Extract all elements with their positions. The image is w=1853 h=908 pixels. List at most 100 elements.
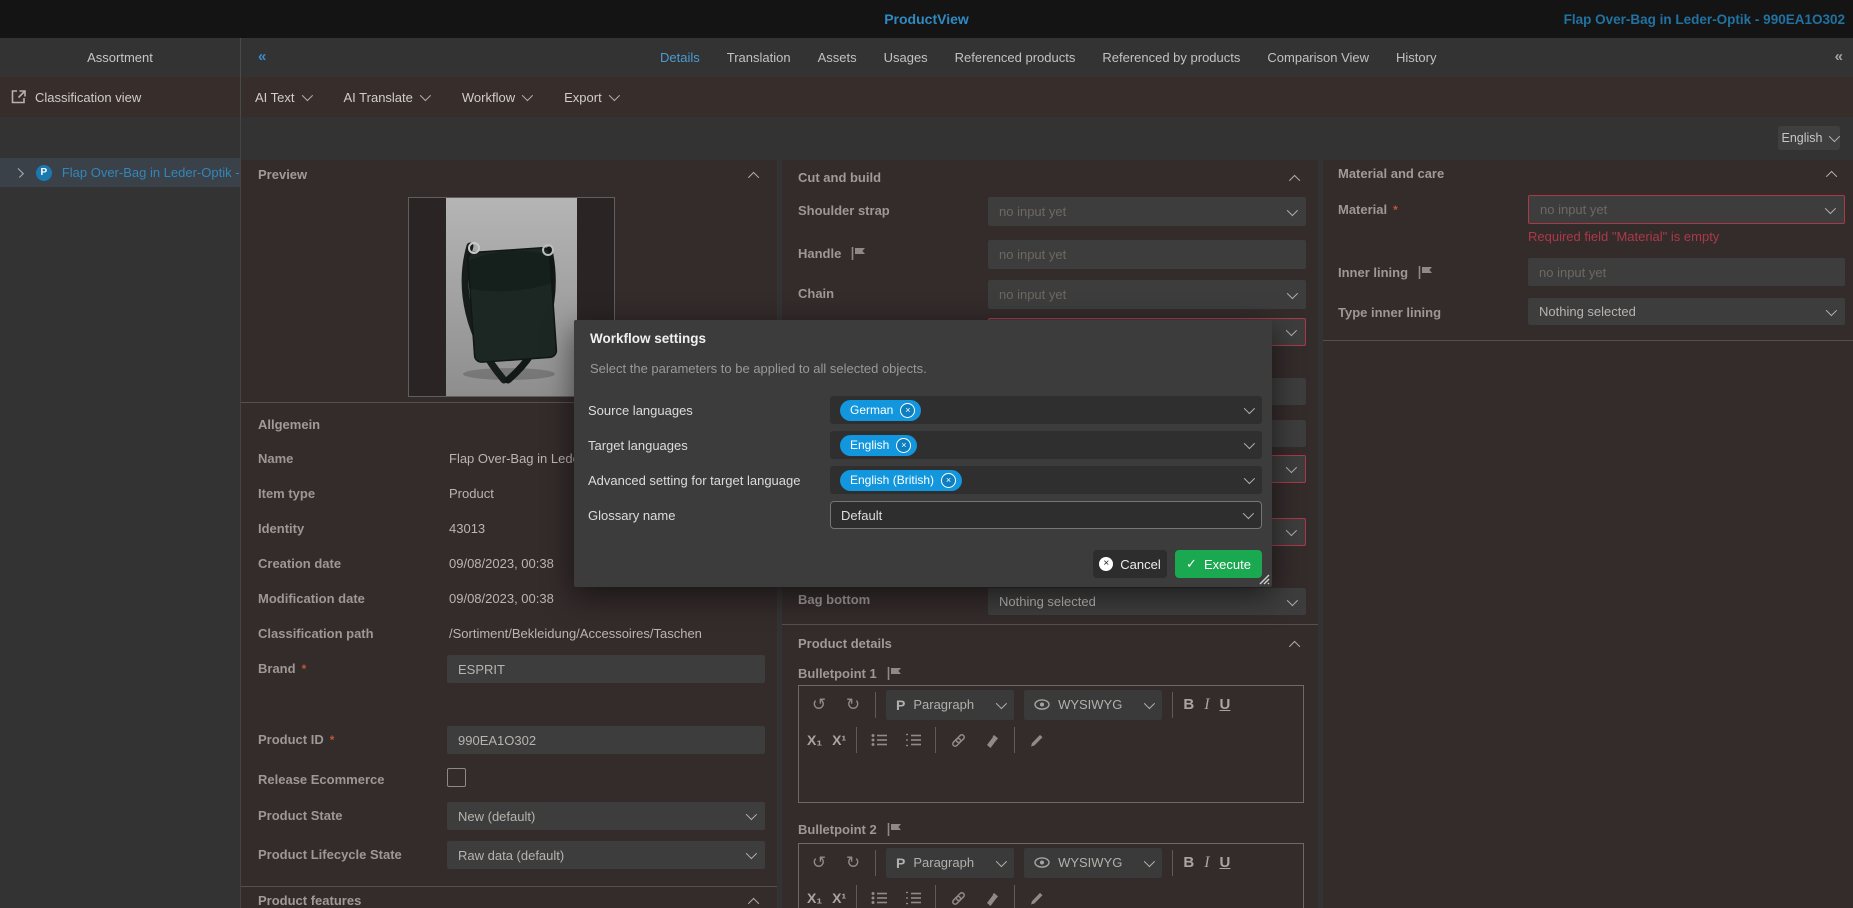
- collapse-material-care-icon[interactable]: [1826, 171, 1837, 182]
- bold-button[interactable]: B: [1183, 854, 1194, 871]
- language-switcher[interactable]: English: [1778, 126, 1840, 150]
- resize-handle[interactable]: [1256, 571, 1270, 585]
- paragraph-format-select[interactable]: P Paragraph: [886, 848, 1014, 878]
- bag-bottom-select[interactable]: Nothing selected: [988, 588, 1306, 615]
- target-languages-select[interactable]: English ×: [830, 431, 1262, 459]
- glossary-name-select[interactable]: Default: [830, 501, 1262, 529]
- bulletpoint1-editor-content[interactable]: [799, 757, 1303, 802]
- cut-and-build-section-title: Cut and build: [798, 170, 881, 185]
- collapse-product-details-icon[interactable]: [1289, 641, 1300, 652]
- underline-button[interactable]: U: [1220, 696, 1231, 713]
- product-state-select[interactable]: New (default): [447, 802, 765, 830]
- link-icon[interactable]: [946, 886, 970, 908]
- classification-view-label: Classification view: [35, 90, 141, 105]
- paragraph-format-select[interactable]: P Paragraph: [886, 690, 1014, 720]
- brand-input[interactable]: ESPRIT: [447, 655, 765, 683]
- chain-label: Chain: [798, 286, 834, 301]
- collapse-preview-icon[interactable]: [748, 172, 759, 183]
- tab-usages[interactable]: Usages: [884, 50, 928, 65]
- creation-date-value: 09/08/2023, 00:38: [449, 556, 554, 571]
- product-title: Flap Over-Bag in Leder-Optik - 990EA1O30…: [1564, 0, 1845, 38]
- classification-view-icon: [10, 89, 27, 105]
- remove-chip-icon[interactable]: ×: [896, 438, 911, 453]
- product-id-input[interactable]: 990EA1O302: [447, 726, 765, 754]
- numbered-list-icon[interactable]: [901, 886, 925, 908]
- link-icon[interactable]: [946, 728, 970, 752]
- tab-referenced-products[interactable]: Referenced products: [955, 50, 1076, 65]
- inner-lining-label: Inner lining: [1338, 265, 1433, 280]
- menu-export[interactable]: Export: [564, 90, 617, 105]
- underline-button[interactable]: U: [1220, 854, 1231, 871]
- editor-toolbar-row1: ↺ ↻ P Paragraph WYSIWYG B: [799, 844, 1303, 881]
- release-ecommerce-checkbox[interactable]: [447, 768, 466, 787]
- collapse-product-features-icon[interactable]: [748, 898, 759, 908]
- tab-details[interactable]: Details: [660, 50, 700, 65]
- preview-section-title: Preview: [258, 167, 307, 182]
- highlighter-icon[interactable]: [980, 886, 1004, 908]
- redo-icon[interactable]: ↻: [841, 851, 865, 875]
- bullet-list-icon[interactable]: [867, 728, 891, 752]
- wysiwyg-mode-select[interactable]: WYSIWYG: [1024, 690, 1162, 720]
- target-languages-label: Target languages: [588, 438, 688, 453]
- chain-select[interactable]: no input yet: [988, 280, 1306, 309]
- tab-translation[interactable]: Translation: [727, 50, 791, 65]
- remove-chip-icon[interactable]: ×: [900, 403, 915, 418]
- bullet-list-icon[interactable]: [867, 886, 891, 908]
- italic-button[interactable]: I: [1204, 854, 1209, 872]
- collapse-sidebar-icon[interactable]: «: [258, 48, 266, 65]
- flag-icon: [887, 667, 902, 680]
- subscript-button[interactable]: X₁: [807, 732, 822, 748]
- undo-icon[interactable]: ↺: [807, 693, 831, 717]
- tree-item-product[interactable]: P Flap Over-Bag in Leder-Optik - 990EA1O…: [0, 158, 240, 187]
- type-inner-lining-select[interactable]: Nothing selected: [1528, 298, 1845, 325]
- expand-chevron-icon[interactable]: [14, 168, 24, 178]
- chevron-down-icon: [1243, 508, 1254, 519]
- chevron-down-icon: [1286, 325, 1297, 336]
- product-lifecycle-select[interactable]: Raw data (default): [447, 841, 765, 869]
- advanced-target-language-label: Advanced setting for target language: [588, 473, 800, 488]
- item-type-label: Item type: [258, 486, 315, 501]
- handle-input[interactable]: no input yet: [988, 240, 1306, 269]
- highlighter-icon[interactable]: [980, 728, 1004, 752]
- redo-icon[interactable]: ↻: [841, 693, 865, 717]
- toolbar-menus: AI Text AI Translate Workflow Export: [255, 77, 617, 117]
- remove-chip-icon[interactable]: ×: [941, 473, 956, 488]
- tab-assets[interactable]: Assets: [818, 50, 857, 65]
- advanced-target-language-select[interactable]: English (British) ×: [830, 466, 1262, 494]
- collapse-cut-and-build-icon[interactable]: [1289, 175, 1300, 186]
- menu-ai-translate[interactable]: AI Translate: [344, 90, 428, 105]
- handle-label: Handle: [798, 246, 866, 261]
- product-id-label: Product ID*: [258, 732, 334, 747]
- classification-view-button[interactable]: Classification view: [10, 77, 141, 117]
- product-details-section-title: Product details: [798, 636, 892, 651]
- tab-comparison-view[interactable]: Comparison View: [1267, 50, 1369, 65]
- numbered-list-icon[interactable]: [901, 728, 925, 752]
- material-select[interactable]: no input yet: [1528, 195, 1845, 224]
- menu-ai-text[interactable]: AI Text: [255, 90, 310, 105]
- pencil-icon[interactable]: [1025, 886, 1049, 908]
- source-languages-select[interactable]: German ×: [830, 396, 1262, 424]
- flag-icon: [1418, 266, 1433, 279]
- editor-toolbar-row1: ↺ ↻ P Paragraph WYSIWYG B: [799, 686, 1303, 723]
- toolbar-divider: [240, 77, 241, 117]
- menu-workflow[interactable]: Workflow: [462, 90, 530, 105]
- product-state-label: Product State: [258, 808, 343, 823]
- tab-history[interactable]: History: [1396, 50, 1436, 65]
- inner-lining-input[interactable]: no input yet: [1528, 258, 1845, 286]
- superscript-button[interactable]: X¹: [832, 890, 846, 906]
- superscript-button[interactable]: X¹: [832, 732, 846, 748]
- product-lifecycle-label: Product Lifecycle State: [258, 847, 402, 862]
- undo-icon[interactable]: ↺: [807, 851, 831, 875]
- italic-button[interactable]: I: [1204, 696, 1209, 714]
- bold-button[interactable]: B: [1183, 696, 1194, 713]
- tab-referenced-by-products[interactable]: Referenced by products: [1102, 50, 1240, 65]
- column-material-care: Material and care Material* no input yet…: [1323, 160, 1853, 908]
- subscript-button[interactable]: X₁: [807, 890, 822, 906]
- collapse-right-icon[interactable]: «: [1835, 48, 1843, 65]
- modal-cancel-button[interactable]: × Cancel: [1093, 550, 1167, 578]
- wysiwyg-mode-select[interactable]: WYSIWYG: [1024, 848, 1162, 878]
- modal-execute-button[interactable]: ✓ Execute: [1175, 550, 1262, 578]
- pencil-icon[interactable]: [1025, 728, 1049, 752]
- chevron-down-icon: [301, 90, 312, 101]
- shoulder-strap-select[interactable]: no input yet: [988, 197, 1306, 226]
